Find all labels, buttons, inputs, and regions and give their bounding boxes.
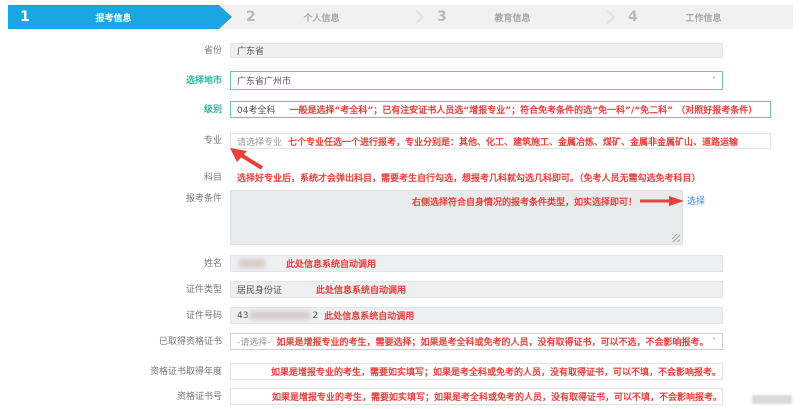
conditions-textarea[interactable]: 右侧选择符合自身情况的报考条件类型，如实选择即可！	[230, 190, 683, 245]
province-field: 广东省	[230, 43, 723, 58]
step-1-label: 报考信息	[95, 13, 132, 24]
id-number-redacted	[250, 311, 311, 320]
resize-grip-icon[interactable]	[672, 234, 680, 242]
id-number-field: 43 2 此处信息系统自动调用	[230, 307, 723, 324]
major-row: 专业 请选择专业 七个专业任选一个进行报考，专业分别是：其他、化工、建筑施工、金…	[0, 133, 800, 149]
level-row: 级别 04考全科 一般是选择“考全科”；已有注安证书人员选“增报专业”；符合免考…	[0, 101, 800, 118]
step-separator-icon	[600, 9, 616, 25]
cert-number-label: 资格证书号	[176, 391, 222, 402]
city-row: 选择地市 广东省广州市 ˅	[0, 71, 800, 90]
name-hint: 此处信息系统自动调用	[286, 260, 377, 270]
certificate-value: -请选择-	[237, 338, 271, 348]
subject-label: 科目	[203, 172, 222, 183]
id-type-label: 证件类型	[185, 284, 222, 295]
cert-year-row: 资格证书取得年度 如果是增报专业的考生，需要如实填写；如果是考全科或免考的人员，…	[0, 363, 800, 380]
id-type-value: 居民身份证	[237, 286, 283, 296]
id-type-field: 居民身份证 此处信息系统自动调用	[230, 281, 723, 298]
conditions-select-link[interactable]: 选择	[687, 194, 705, 207]
id-number-prefix: 43	[237, 310, 249, 321]
step-wizard: 1 报考信息 2 个人信息 3 教育信息 4 工作信息	[8, 5, 793, 29]
city-select[interactable]: 广东省广州市 ˅	[230, 71, 723, 90]
id-number-suffix: 2	[312, 310, 319, 321]
step-separator-icon	[409, 9, 425, 25]
id-type-hint: 此处信息系统自动调用	[316, 286, 407, 296]
subject-hint: 选择好专业后，系统才会弹出科目，需要考生自行勾选，想报考几科就勾选几科即可。（免…	[237, 174, 701, 184]
blurred-watermark	[752, 395, 792, 404]
major-field[interactable]: 请选择专业 七个专业任选一个进行报考，专业分别是：其他、化工、建筑施工、金属冶炼…	[230, 133, 771, 149]
certificate-hint: 如果是增报专业的考生，需要选择；如果是考全科或免考的人员，没有取得证书，可以不选…	[276, 338, 709, 348]
id-number-row: 证件号码 43 2 此处信息系统自动调用	[0, 307, 800, 324]
province-row: 省份 广东省	[0, 43, 800, 58]
step-4-work-info[interactable]: 4 工作信息	[614, 5, 793, 29]
city-label: 选择地市	[185, 75, 222, 86]
name-redacted-value	[239, 259, 265, 268]
step-2-label: 个人信息	[303, 13, 340, 24]
step-3-education-info[interactable]: 3 教育信息	[423, 5, 602, 29]
major-hint: 七个专业任选一个进行报考，专业分别是：其他、化工、建筑施工、金属冶炼、煤矿、金属…	[288, 137, 739, 148]
level-label: 级别	[203, 104, 222, 115]
province-label: 省份	[203, 45, 222, 56]
chevron-down-icon: ˅	[712, 336, 716, 346]
registration-form-page: 1 报考信息 2 个人信息 3 教育信息 4 工作信息 省份 广东省 选择地市 …	[0, 0, 800, 409]
level-hint: 一般是选择“考全科”；已有注安证书人员选“增报专业”；符合免考条件的选“免一科”…	[289, 106, 758, 116]
major-label: 专业	[203, 136, 222, 146]
major-placeholder: 请选择专业	[237, 137, 283, 148]
chevron-down-icon: ˅	[712, 75, 716, 85]
cert-number-row: 资格证书号 如果是增报专业的考生，需要如实填写；如果是考全科或免考的人员，没有取…	[0, 388, 800, 405]
level-value: 04考全科	[237, 106, 276, 116]
arrow-to-major-icon	[230, 148, 264, 170]
subject-row: 科目 选择好专业后，系统才会弹出科目，需要考生自行勾选，想报考几科就勾选几科即可…	[0, 171, 800, 185]
step-1-registration-info[interactable]: 1 报考信息	[8, 5, 232, 29]
step-3-label: 教育信息	[494, 13, 531, 24]
certificate-label: 已取得资格证书	[158, 336, 222, 347]
id-type-row: 证件类型 居民身份证 此处信息系统自动调用	[0, 281, 800, 298]
cert-year-hint: 如果是增报专业的考生，需要如实填写；如果是考全科或免考的人员，没有取得证书，可以…	[271, 368, 722, 378]
cert-number-hint: 如果是增报专业的考生，需要如实填写；如果是考全科或免考的人员，没有取得证书，可以…	[272, 393, 723, 403]
step-2-personal-info[interactable]: 2 个人信息	[232, 5, 411, 29]
name-label: 姓名	[203, 258, 222, 269]
province-value: 广东省	[237, 47, 265, 57]
certificate-select[interactable]: -请选择- 如果是增报专业的考生，需要选择；如果是考全科或免考的人员，没有取得证…	[230, 333, 723, 350]
name-row: 姓名 此处信息系统自动调用	[0, 255, 800, 272]
level-field[interactable]: 04考全科 一般是选择“考全科”；已有注安证书人员选“增报专业”；符合免考条件的…	[230, 101, 771, 118]
cert-year-input[interactable]: 如果是增报专业的考生，需要如实填写；如果是考全科或免考的人员，没有取得证书，可以…	[230, 363, 723, 380]
step-4-label: 工作信息	[685, 13, 722, 24]
arrow-to-select-link-icon	[640, 196, 684, 206]
city-value: 广东省广州市	[237, 77, 292, 87]
certificate-row: 已取得资格证书 -请选择- 如果是增报专业的考生，需要选择；如果是考全科或免考的…	[0, 333, 800, 350]
id-number-hint: 此处信息系统自动调用	[324, 312, 415, 322]
conditions-label: 报考条件	[185, 194, 222, 204]
name-field: 此处信息系统自动调用	[230, 255, 723, 272]
conditions-hint: 右侧选择符合自身情况的报考条件类型，如实选择即可！	[411, 198, 637, 208]
cert-number-input[interactable]: 如果是增报专业的考生，需要如实填写；如果是考全科或免考的人员，没有取得证书，可以…	[230, 388, 723, 405]
id-number-label: 证件号码	[185, 310, 222, 321]
cert-year-label: 资格证书取得年度	[149, 366, 222, 377]
